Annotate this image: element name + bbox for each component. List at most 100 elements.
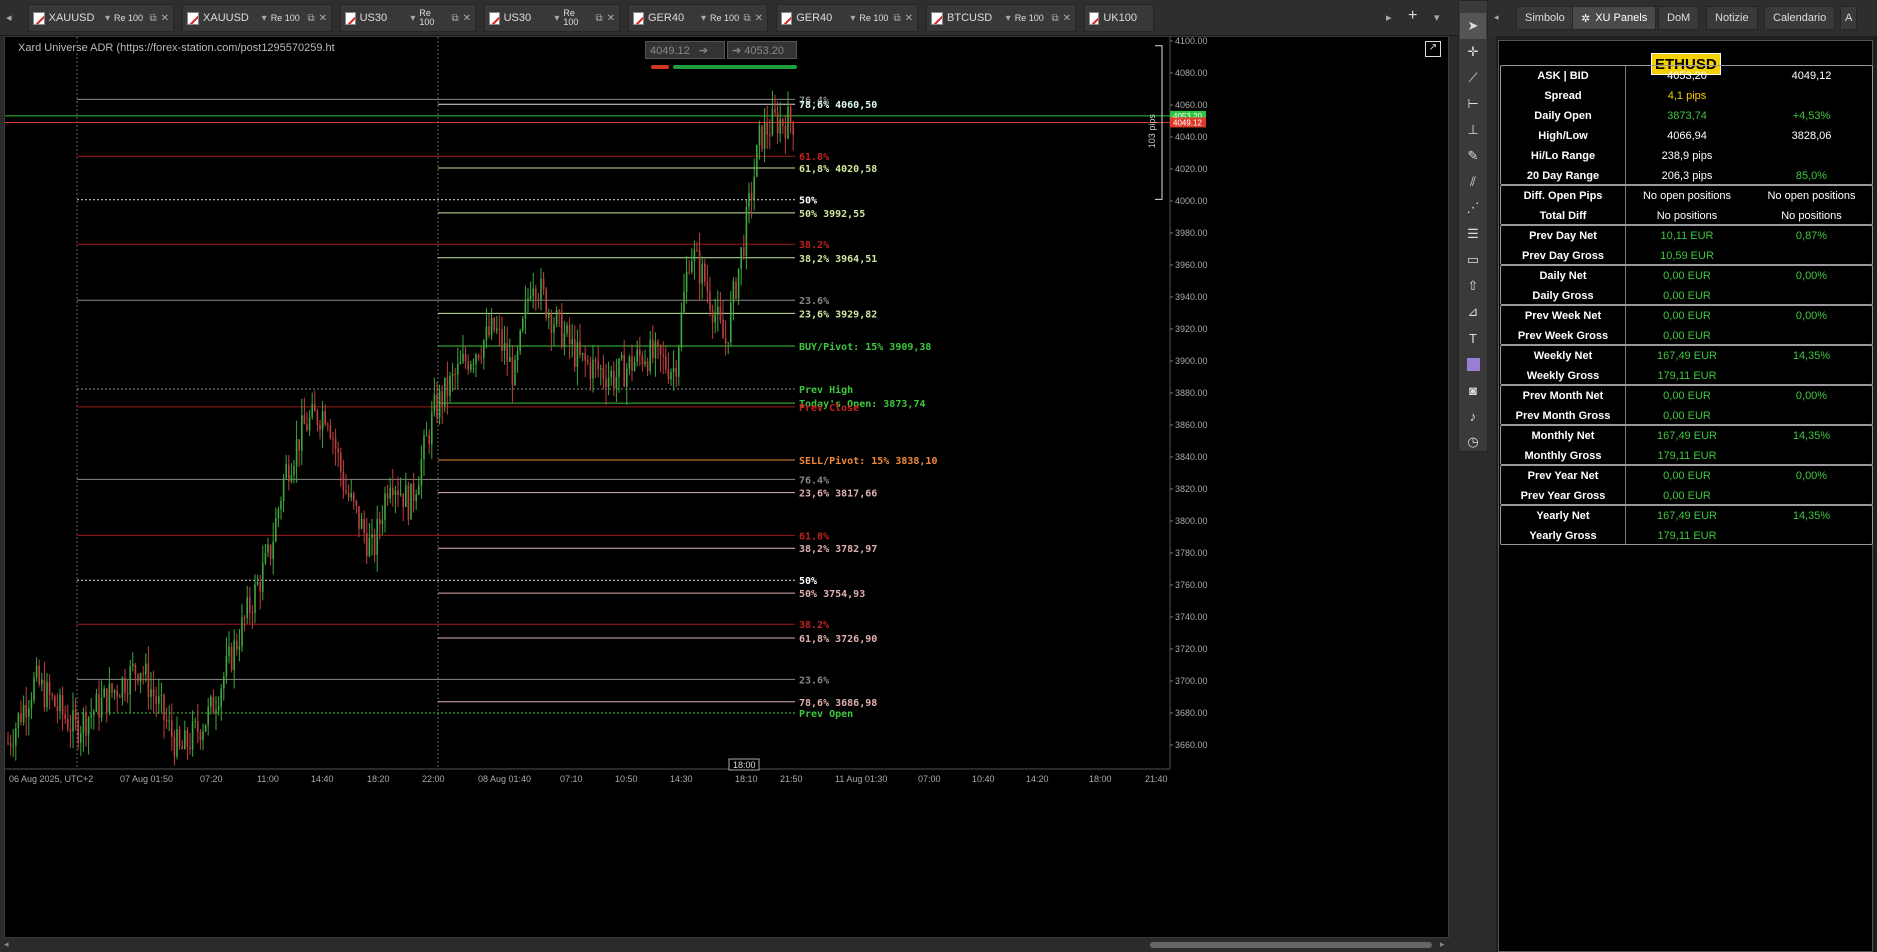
- candle: [724, 320, 727, 356]
- popout-icon[interactable]: ⧉: [307, 13, 314, 24]
- chevron-down-icon[interactable]: ▾: [105, 13, 110, 24]
- fibonacci-icon[interactable]: ☰: [1460, 221, 1486, 247]
- fan-icon[interactable]: ⋰: [1460, 195, 1486, 221]
- stats-label: Daily Net: [1539, 270, 1587, 282]
- time-tick-label: 21:50: [780, 774, 803, 784]
- tab-resolution[interactable]: Re 100: [114, 13, 145, 23]
- tab-notizie[interactable]: Notizie: [1706, 6, 1758, 30]
- chart-area[interactable]: Xard Universe ADR (https://forex-station…: [4, 36, 1449, 938]
- stats-label: Diff. Open Pips: [1523, 190, 1603, 202]
- trend-line-icon[interactable]: ⟋: [1460, 65, 1486, 91]
- tab-xu-panels[interactable]: ✲ XU Panels: [1572, 6, 1657, 30]
- tab-resolution[interactable]: Re 100: [419, 9, 447, 27]
- chevron-down-icon[interactable]: ▾: [262, 13, 267, 24]
- camera-icon[interactable]: ◙: [1460, 377, 1486, 403]
- scroll-left-icon[interactable]: ◂: [4, 939, 9, 950]
- candle: [254, 574, 256, 624]
- pen-icon[interactable]: ✎: [1460, 143, 1486, 169]
- chart-tab[interactable]: BTCUSD ▾ Re 100 ⧉ ✕: [926, 4, 1076, 32]
- tab-resolution[interactable]: Re 100: [710, 13, 739, 23]
- horizontal-line-icon[interactable]: ⊢: [1460, 91, 1486, 117]
- candle: [342, 459, 345, 499]
- chart-tab[interactable]: US30 ▾ Re 100 ⧉ ✕: [484, 4, 620, 32]
- close-icon[interactable]: ✕: [161, 13, 169, 24]
- xu-panels-icon: ✲: [1581, 12, 1591, 25]
- add-tab-icon[interactable]: +: [1408, 7, 1417, 25]
- tab-menu-icon[interactable]: ▾: [1434, 11, 1440, 24]
- close-icon[interactable]: ✕: [463, 13, 471, 24]
- close-icon[interactable]: ✕: [607, 13, 615, 24]
- replay-icon[interactable]: ◷: [1460, 429, 1486, 455]
- stats-group: Daily Net 0,00 EUR 0,00% Daily Gross 0,00 EU…: [1500, 265, 1873, 305]
- candle: [589, 356, 592, 391]
- tab-resolution[interactable]: Re 100: [1015, 13, 1048, 23]
- popout-icon[interactable]: ⧉: [451, 13, 458, 24]
- vertical-line-icon[interactable]: ⊥: [1460, 117, 1486, 143]
- arrow-icon[interactable]: ⇧: [1460, 273, 1486, 299]
- price-tick-label: 4100.00: [1175, 37, 1208, 46]
- candle: [540, 268, 542, 311]
- stats-group: Weekly Net 167,49 EUR 14,35% Weekly Gross 17…: [1500, 345, 1873, 385]
- candle: [80, 725, 82, 756]
- chevron-down-icon[interactable]: ▾: [701, 13, 706, 24]
- candle: [285, 455, 287, 480]
- rectangle-icon[interactable]: ▭: [1460, 247, 1486, 273]
- tab-resolution[interactable]: Re 100: [271, 13, 304, 23]
- popout-icon[interactable]: ⧉: [595, 13, 602, 24]
- candle: [683, 273, 685, 315]
- price-chart[interactable]: 76.4%78,6% 4060,5061.8%61,8% 4020,5850%5…: [5, 37, 1450, 939]
- candle: [503, 325, 506, 365]
- scroll-right-icon[interactable]: ▸: [1440, 939, 1445, 950]
- channel-icon[interactable]: ⫽: [1460, 169, 1486, 195]
- time-cursor[interactable]: 18:00: [728, 758, 760, 771]
- tab-simbolo[interactable]: Simbolo: [1516, 6, 1574, 30]
- stats-label: Prev Week Gross: [1517, 330, 1609, 342]
- color-icon[interactable]: [1460, 351, 1486, 377]
- candle: [319, 420, 321, 440]
- candle: [371, 518, 373, 556]
- tab-more[interactable]: A: [1840, 6, 1858, 30]
- level-label: Prev Close: [799, 403, 859, 414]
- tab-calendario[interactable]: Calendario: [1764, 6, 1836, 30]
- candle: [215, 696, 217, 731]
- candle: [498, 314, 501, 347]
- popout-icon[interactable]: ⧉: [893, 13, 900, 24]
- chart-tab[interactable]: US30 ▾ Re 100 ⧉ ✕: [340, 4, 476, 32]
- tab-dom[interactable]: DoM: [1658, 6, 1700, 30]
- close-icon[interactable]: ✕: [1063, 13, 1071, 24]
- chart-tab[interactable]: UK100: [1084, 4, 1154, 32]
- close-icon[interactable]: ✕: [319, 13, 327, 24]
- tab-scroll-right-icon[interactable]: ▸: [1386, 11, 1392, 24]
- candle: [628, 354, 631, 375]
- alert-icon[interactable]: ♪: [1460, 403, 1486, 429]
- measure-icon[interactable]: ⊿: [1460, 299, 1486, 325]
- popout-icon[interactable]: ⧉: [743, 13, 750, 24]
- close-icon[interactable]: ✕: [755, 13, 763, 24]
- pointer-icon[interactable]: ➤: [1460, 13, 1486, 39]
- symbol-flag-icon: [1089, 11, 1100, 25]
- stats-label: Prev Year Gross: [1520, 490, 1606, 502]
- chart-tab[interactable]: GER40 ▾ Re 100 ⧉ ✕: [628, 4, 768, 32]
- chevron-down-icon[interactable]: ▾: [410, 13, 415, 24]
- tab-resolution[interactable]: Re 100: [859, 13, 889, 23]
- candle: [756, 144, 758, 178]
- tab-resolution[interactable]: Re 100: [563, 9, 591, 27]
- tab-scroll-left-icon[interactable]: ◂: [6, 11, 12, 24]
- chart-tab[interactable]: XAUUSD ▾ Re 100 ⧉ ✕: [28, 4, 174, 32]
- text-icon[interactable]: T: [1460, 325, 1486, 351]
- chevron-down-icon[interactable]: ▾: [1006, 13, 1011, 24]
- horizontal-scrollbar[interactable]: ◂ ▸: [0, 938, 1458, 952]
- close-icon[interactable]: ✕: [905, 13, 913, 24]
- chevron-down-icon[interactable]: ▾: [554, 13, 559, 24]
- chart-tab[interactable]: GER40 ▾ Re 100 ⧉ ✕: [776, 4, 918, 32]
- chevron-down-icon[interactable]: ▾: [850, 13, 855, 24]
- popout-icon[interactable]: ⧉: [1051, 13, 1058, 24]
- popout-icon[interactable]: ⧉: [149, 13, 156, 24]
- crosshair-icon[interactable]: ✛: [1460, 39, 1486, 65]
- panel-scroll-left-icon[interactable]: ◂: [1494, 12, 1499, 23]
- scroll-thumb[interactable]: [1150, 942, 1432, 948]
- candle: [568, 317, 571, 360]
- candle: [373, 528, 376, 563]
- candle: [576, 329, 579, 386]
- chart-tab[interactable]: XAUUSD ▾ Re 100 ⧉ ✕: [182, 4, 332, 32]
